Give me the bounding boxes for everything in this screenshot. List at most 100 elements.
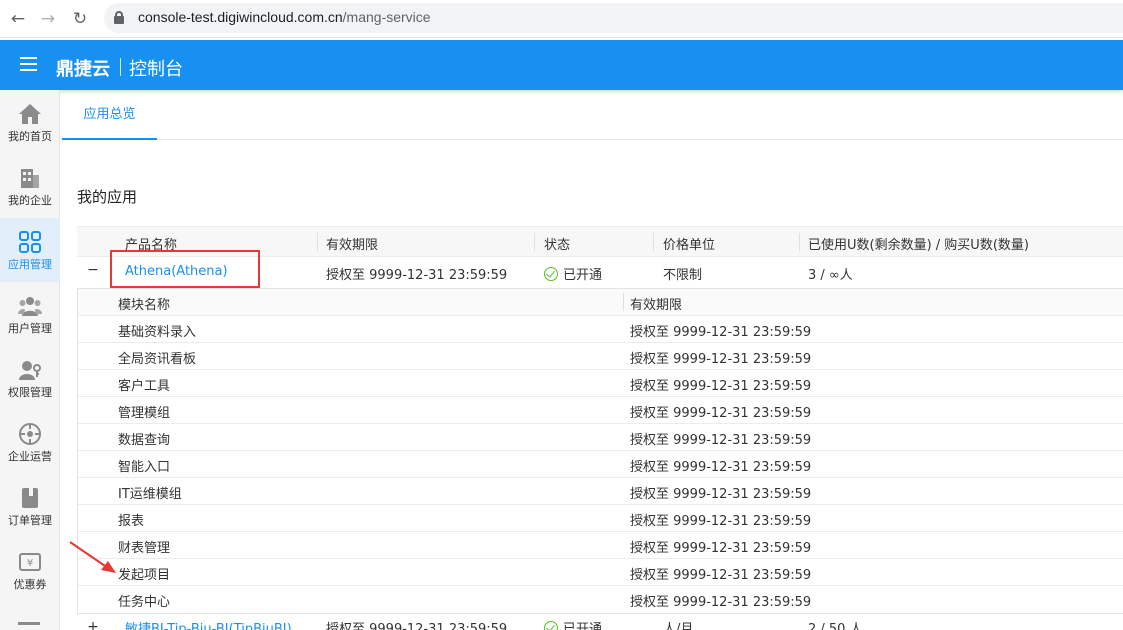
module-validity-cell: 授权至 9999-12-31 23:59:59	[630, 460, 812, 475]
module-validity-cell: 授权至 9999-12-31 23:59:59	[630, 433, 812, 448]
status-cell: 已开通	[544, 618, 602, 630]
sidebar-item-label: 我的企业	[8, 194, 52, 207]
module-validity-cell: 授权至 9999-12-31 23:59:59	[630, 379, 812, 394]
column-header-status: 状态	[544, 238, 571, 253]
module-validity-cell: 授权至 9999-12-31 23:59:59	[630, 487, 812, 502]
table-row: 全局资讯看板 授权至 9999-12-31 23:59:59	[78, 343, 1123, 370]
building-icon	[21, 169, 39, 188]
key-user-icon	[19, 361, 41, 380]
module-name-cell: 财表管理	[118, 541, 171, 556]
subtable-header: 模块名称 有效期限	[78, 289, 1123, 316]
table-row: 任务中心 授权至 9999-12-31 23:59:59	[78, 586, 1123, 613]
column-divider	[623, 293, 624, 311]
table-row: 客户工具 授权至 9999-12-31 23:59:59	[78, 370, 1123, 397]
table-row: IT运维模组 授权至 9999-12-31 23:59:59	[78, 478, 1123, 505]
brand-name: 鼎捷云	[56, 59, 110, 80]
validity-cell: 授权至 9999-12-31 23:59:59	[326, 268, 508, 283]
sidebar-item-orders[interactable]: 订单管理	[0, 474, 60, 538]
table-row: 报表 授权至 9999-12-31 23:59:59	[78, 505, 1123, 532]
tab-app-overview[interactable]: 应用总览	[62, 90, 157, 140]
svg-text:¥: ¥	[27, 558, 33, 569]
product-name-link[interactable]: 敏捷BI-Tip-Biu-BI(TipBiuBI)	[125, 618, 292, 630]
module-validity-cell: 授权至 9999-12-31 23:59:59	[630, 325, 812, 340]
apps-grid-icon	[19, 231, 41, 253]
brand-divider	[120, 58, 121, 76]
table-row: 财表管理 授权至 9999-12-31 23:59:59	[78, 532, 1123, 559]
status-cell: 已开通	[544, 264, 602, 283]
module-validity-cell: 授权至 9999-12-31 23:59:59	[630, 595, 812, 610]
check-circle-icon	[544, 621, 558, 630]
address-bar[interactable]: console-test.digiwincloud.com.cn/mang-se…	[104, 3, 1123, 33]
module-name-cell: 报表	[118, 514, 145, 529]
module-name-cell: 智能入口	[118, 460, 171, 475]
module-name-cell: 任务中心	[118, 595, 171, 610]
sidebar: 我的首页 我的企业 应用管理 用户管理 权限管理 企业运营 订单管理 ¥ 优惠券	[0, 90, 60, 630]
column-header-module-validity: 有效期限	[630, 298, 683, 313]
module-name-cell: IT运维模组	[118, 487, 182, 502]
column-divider	[534, 233, 535, 251]
sidebar-item-operations[interactable]: 企业运营	[0, 410, 60, 474]
module-validity-cell: 授权至 9999-12-31 23:59:59	[630, 541, 812, 556]
menu-icon[interactable]	[20, 57, 37, 71]
sidebar-item-home[interactable]: 我的首页	[0, 90, 60, 154]
column-divider	[317, 233, 318, 251]
tab-bar: 应用总览	[62, 90, 1123, 140]
sidebar-item-label: 用户管理	[8, 322, 52, 335]
sidebar-item-enterprise[interactable]: 我的企业	[0, 154, 60, 218]
module-name-cell: 管理模组	[118, 406, 171, 421]
home-icon	[19, 104, 41, 124]
sidebar-item-more[interactable]	[0, 610, 60, 630]
table-row: 发起项目 授权至 9999-12-31 23:59:59	[78, 559, 1123, 586]
usage-cell: 3 / ∞人	[808, 268, 853, 283]
url-host: console-test.digiwincloud.com.cn	[138, 9, 343, 25]
table-row: 敏捷BI-Tip-Biu-BI(TipBiuBI) 授权至 9999-12-31…	[77, 616, 1123, 630]
table-row: 数据查询 授权至 9999-12-31 23:59:59	[78, 424, 1123, 451]
coupon-icon: ¥	[19, 553, 41, 571]
sidebar-item-label: 应用管理	[8, 258, 52, 271]
sidebar-item-coupons[interactable]: ¥ 优惠券	[0, 538, 60, 602]
sidebar-item-label: 订单管理	[8, 514, 52, 527]
price-unit-cell: 人/月	[663, 622, 694, 630]
table-row: 管理模组 授权至 9999-12-31 23:59:59	[78, 397, 1123, 424]
order-book-icon	[22, 488, 38, 508]
sidebar-item-app-management[interactable]: 应用管理	[0, 218, 60, 282]
annotation-arrow-icon	[69, 541, 116, 573]
status-text: 已开通	[563, 622, 603, 630]
sidebar-item-label: 优惠券	[13, 578, 47, 591]
check-circle-icon	[544, 267, 558, 281]
module-name-cell: 数据查询	[118, 433, 171, 448]
module-name-cell: 客户工具	[118, 379, 171, 394]
sidebar-item-permissions[interactable]: 权限管理	[0, 346, 60, 410]
module-name-cell: 发起项目	[118, 568, 171, 583]
status-text: 已开通	[563, 268, 603, 283]
column-header-usage: 已使用U数(剩余数量) / 购买U数(数量)	[808, 238, 1029, 253]
annotation-highlight-box	[110, 250, 260, 288]
url-text: console-test.digiwincloud.com.cn/mang-se…	[138, 9, 431, 25]
column-header-price-unit: 价格单位	[663, 238, 716, 253]
module-validity-cell: 授权至 9999-12-31 23:59:59	[630, 352, 812, 367]
validity-cell: 授权至 9999-12-31 23:59:59	[326, 622, 508, 630]
brand-subtitle: 控制台	[129, 59, 183, 80]
column-header-validity: 有效期限	[326, 238, 379, 253]
module-validity-cell: 授权至 9999-12-31 23:59:59	[630, 406, 812, 421]
column-header-module-name: 模块名称	[118, 298, 171, 313]
table-row: 基础资料录入 授权至 9999-12-31 23:59:59	[78, 316, 1123, 343]
sidebar-item-users[interactable]: 用户管理	[0, 282, 60, 346]
reload-icon[interactable]: ↻	[70, 9, 90, 29]
module-name-cell: 全局资讯看板	[118, 352, 197, 367]
module-subtable: 模块名称 有效期限 基础资料录入 授权至 9999-12-31 23:59:59 …	[77, 288, 1123, 614]
module-validity-cell: 授权至 9999-12-31 23:59:59	[630, 514, 812, 529]
url-path: /mang-service	[342, 9, 431, 25]
column-divider	[653, 233, 654, 251]
price-unit-cell: 不限制	[663, 268, 703, 283]
app-header: 鼎捷云 控制台	[0, 40, 1123, 90]
forward-arrow-icon[interactable]: →	[38, 9, 58, 29]
browser-toolbar: ← → ↻ console-test.digiwincloud.com.cn/m…	[0, 0, 1123, 38]
lock-icon	[114, 11, 124, 24]
module-validity-cell: 授权至 9999-12-31 23:59:59	[630, 568, 812, 583]
operations-icon	[19, 423, 41, 445]
users-icon	[18, 297, 42, 316]
sidebar-item-label: 权限管理	[8, 386, 52, 399]
back-arrow-icon[interactable]: ←	[8, 9, 28, 29]
more-icon	[18, 622, 40, 625]
